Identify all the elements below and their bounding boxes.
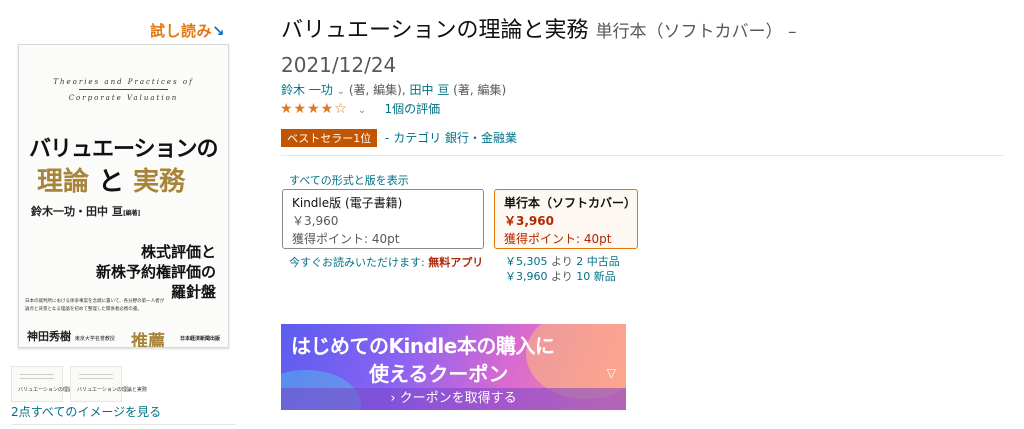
paperback-format-name: 単行本（ソフトカバー） — [504, 196, 637, 210]
kindle-coupon-banner[interactable]: はじめてのKindle本の購入に 使えるクーポン ▽ › クーポンを取得する — [281, 324, 626, 410]
left-divider — [11, 424, 236, 425]
cover-subtitle-3: 羅針盤 — [170, 283, 216, 301]
section-divider — [281, 155, 1003, 156]
used-offers-link[interactable]: 2 中古品 — [576, 255, 620, 268]
ratings-count-link[interactable]: 1個の評価 — [384, 102, 440, 116]
product-format: 単行本（ソフトカバー） – — [595, 22, 797, 42]
cover-title-line1: バリュエーションの — [29, 136, 219, 162]
used-offers: ￥5,305 より 2 中古品 — [505, 255, 620, 268]
new-offers: ￥3,960 より 10 新品 — [505, 270, 616, 283]
sample-read-link[interactable]: 試し読み↘ — [150, 20, 225, 41]
cover-subtitle-1: 株式評価と — [140, 243, 216, 261]
banner-headline-2: 使えるクーポン — [369, 362, 509, 386]
get-coupon-button[interactable]: › クーポンを取得する — [281, 388, 626, 410]
cover-blurb: 日本の裁判所における係争事案を念頭に置いて、各分野の第一人者が論点と背景となる理… — [25, 299, 165, 312]
dropdown-triangle-icon: ▽ — [606, 366, 616, 380]
free-app-link[interactable]: 無料アプリ — [428, 256, 483, 269]
author-line: 鈴木 一功 ⌄ (著, 編集), 田中 亘 (著, 編集) — [281, 83, 507, 97]
thumbnail-2[interactable]: バリュエーションの理論と実務 — [70, 366, 147, 402]
cover-english-title-1: Theories and Practices of — [53, 78, 194, 86]
cover-title-line2: 理論 と 実務 — [37, 167, 186, 197]
thumbnail-1[interactable]: バリュエーションの理論と実務 — [11, 366, 88, 402]
new-offers-link[interactable]: 10 新品 — [576, 270, 616, 283]
cover-english-title-2: Corporate Valuation — [68, 94, 179, 102]
product-title-text: バリュエーションの理論と実務 — [281, 18, 589, 43]
format-paperback-option[interactable]: 単行本（ソフトカバー） ￥3,960 獲得ポイント: 40pt — [494, 189, 638, 249]
paperback-price: ￥3,960 — [504, 214, 554, 228]
banner-headline-1: はじめてのKindle本の購入に — [291, 334, 555, 358]
star-rating-icon[interactable]: ★★★★☆ — [280, 101, 348, 117]
category-link[interactable]: 銀行・金融業 — [445, 131, 517, 145]
product-date: 2021/12/24 — [281, 53, 397, 77]
product-title: バリュエーションの理論と実務 単行本（ソフトカバー） – 2021/12/24 — [281, 14, 881, 82]
arrow-down-right-icon: ↘ — [212, 22, 226, 40]
cover-rule — [79, 89, 168, 90]
offers-list: ￥5,305 より 2 中古品 ￥3,960 より 10 新品 — [505, 254, 620, 284]
paperback-points: 獲得ポイント: 40pt — [504, 232, 612, 246]
bestseller-badge[interactable]: ベストセラー1位 — [281, 129, 378, 147]
kindle-price: ￥3,960 — [292, 214, 339, 228]
cover-recommend-label: 推薦 — [131, 332, 165, 348]
see-all-images-link[interactable]: 2点すべてのイメージを見る — [11, 403, 161, 420]
author-1-link[interactable]: 鈴木 一功 — [281, 83, 333, 97]
cover-subtitle-2: 新株予約権評価の — [95, 263, 216, 281]
author-2-link[interactable]: 田中 亘 — [410, 83, 450, 97]
book-cover-image[interactable]: Theories and Practices of Corporate Valu… — [18, 44, 229, 348]
all-formats-link[interactable]: すべての形式と版を表示 — [289, 172, 409, 188]
cover-publisher: 日本経済新聞出版 — [179, 336, 220, 342]
rating-row: ★★★★☆ ⌄ 1個の評価 — [280, 100, 440, 117]
category-prefix: - カテゴリ — [385, 131, 442, 145]
cover-recommender: 神田秀樹 東京大学名誉教授 — [27, 330, 115, 343]
kindle-points: 獲得ポイント: 40pt — [292, 232, 400, 246]
kindle-free-app-note: 今すぐお読みいただけます: 無料アプリ — [289, 256, 484, 269]
kindle-format-name: Kindle版 (電子書籍) — [292, 196, 403, 210]
format-kindle-option[interactable]: Kindle版 (電子書籍) ￥3,960 獲得ポイント: 40pt — [282, 189, 484, 249]
chevron-down-icon[interactable]: ⌄ — [337, 86, 345, 97]
cover-authors: 鈴木一功・田中 亘[編著] — [31, 205, 141, 218]
chevron-down-icon[interactable]: ⌄ — [358, 105, 366, 116]
sample-read-label: 試し読み — [150, 22, 213, 40]
bestseller-row: ベストセラー1位 - カテゴリ 銀行・金融業 — [281, 129, 517, 147]
